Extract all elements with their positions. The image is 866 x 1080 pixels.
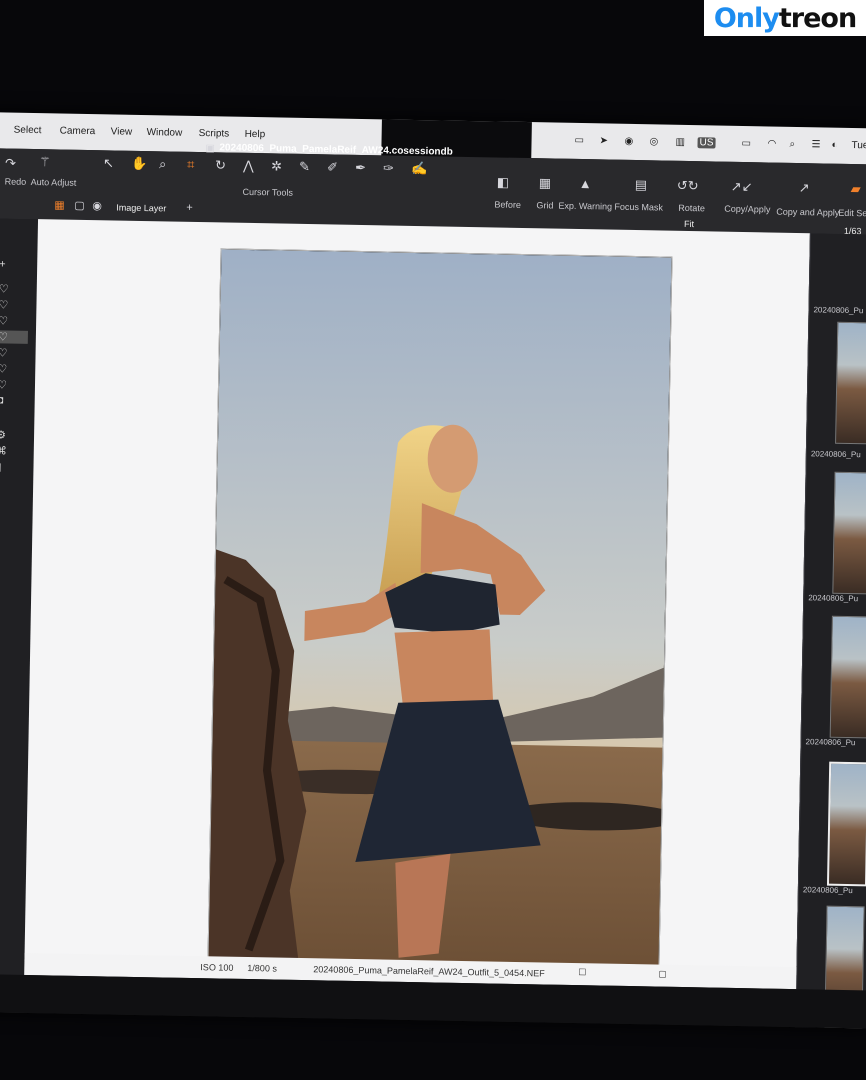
eraser-icon[interactable]: ✐: [327, 159, 338, 174]
layout-icon[interactable]: ▥: [675, 137, 685, 148]
input-language-badge[interactable]: US: [697, 137, 716, 149]
add-icon[interactable]: +: [0, 258, 6, 270]
capture-one-window: Select Camera View Window Scripts Help ▭…: [0, 112, 866, 1029]
before-icon[interactable]: ◧: [497, 174, 510, 189]
thumbnail-selected[interactable]: [826, 761, 866, 887]
photo-svg: [208, 249, 673, 968]
heart-icon[interactable]: ♡: [0, 282, 9, 295]
document-icon: ▣: [205, 143, 215, 155]
focus-mask-label: Focus Mask: [614, 201, 663, 213]
thumbnail[interactable]: [835, 321, 866, 445]
heart-icon[interactable]: ♡: [0, 378, 7, 391]
eye-icon[interactable]: ◎: [649, 136, 658, 147]
focus-mask-icon[interactable]: ▤: [635, 177, 648, 192]
checkbox-icon[interactable]: ☐: [578, 967, 586, 978]
rotate-label: Rotate: [678, 202, 705, 214]
add-layer-icon[interactable]: +: [186, 202, 193, 215]
viewer-icon[interactable]: ▢: [74, 200, 85, 213]
thumbnail[interactable]: [829, 615, 866, 739]
fit-zoom-label[interactable]: Fit: [684, 219, 694, 229]
menu-view[interactable]: View: [111, 126, 133, 137]
siri-icon[interactable]: ◐: [831, 140, 837, 151]
menubar-clock: Tue F: [851, 139, 866, 152]
menu-window[interactable]: Window: [147, 127, 183, 139]
tag-icon[interactable]: ⌘: [0, 444, 7, 457]
main-photo: [207, 248, 673, 969]
edit-selection-icon[interactable]: ▰: [851, 181, 861, 196]
control-center-icon[interactable]: ☰: [811, 139, 820, 150]
thumb-label: 20240806_Pu: [805, 737, 856, 748]
grid-icon[interactable]: ▦: [539, 175, 552, 190]
heart-icon[interactable]: ♡: [0, 330, 28, 344]
menu-camera[interactable]: Camera: [60, 125, 96, 137]
spot-removal-icon[interactable]: ✲: [271, 158, 282, 173]
thumbnail[interactable]: [832, 471, 866, 595]
picker-icon[interactable]: ✑: [383, 160, 394, 175]
camera-icon[interactable]: ◘: [0, 394, 3, 406]
copy-apply-icon[interactable]: ↗↙: [731, 179, 753, 194]
menu-help[interactable]: Help: [245, 129, 266, 140]
exposure-warning-icon[interactable]: ▲: [579, 176, 592, 191]
heart-icon[interactable]: ♡: [0, 362, 7, 375]
shutter-value: 1/800 s: [247, 963, 277, 974]
wifi-icon[interactable]: ◠: [767, 138, 776, 149]
auto-adjust-wand-icon[interactable]: ⚚: [39, 154, 51, 169]
cursor-tools-label: Cursor Tools: [242, 186, 294, 198]
exp-warning-label: Exp. Warning: [558, 200, 613, 212]
annotate-icon[interactable]: ✍: [411, 161, 427, 176]
thumb-label: 20240806_Pu: [802, 885, 853, 896]
trash-icon[interactable]: ▯: [0, 460, 2, 473]
iso-value: ISO 100: [200, 962, 234, 973]
edit-select-label: Edit Selec: [838, 207, 866, 219]
gear-icon[interactable]: ⚙: [0, 428, 6, 441]
keystone-icon[interactable]: ⋀: [243, 158, 254, 173]
thumb-label: 20240806_Pu: [813, 305, 864, 316]
search-icon[interactable]: ⌕: [789, 139, 795, 150]
battery-icon[interactable]: ▭: [741, 138, 751, 149]
cursor-icon[interactable]: ➤: [599, 135, 608, 146]
crop-icon[interactable]: ⌗: [187, 157, 195, 172]
pen-icon[interactable]: ✒: [355, 160, 366, 175]
copy-and-apply-icon[interactable]: ↗: [799, 180, 810, 195]
file-name: 20240806_Puma_PamelaReif_AW24_Outfit_5_0…: [313, 964, 545, 979]
heart-icon[interactable]: ♡: [0, 346, 8, 359]
grid-view-icon[interactable]: ▦: [54, 199, 65, 212]
watermark-brand: Only: [713, 2, 780, 34]
grid-label: Grid: [536, 200, 554, 211]
menu-select[interactable]: Select: [14, 125, 42, 137]
layer-select[interactable]: Image Layer: [116, 203, 166, 214]
brush-icon[interactable]: ✎: [299, 159, 310, 174]
thumb-label: 20240806_Pu: [810, 449, 861, 460]
copy-apply-label: Copy/Apply: [724, 203, 771, 215]
auto-adjust-label: Auto Adjust: [30, 176, 77, 188]
pan-hand-icon[interactable]: ✋: [131, 156, 147, 171]
zoom-icon[interactable]: ⌕: [159, 156, 167, 171]
select-arrow-icon[interactable]: ↖: [103, 155, 114, 170]
heart-icon[interactable]: ♡: [0, 298, 8, 311]
heart-icon[interactable]: ♡: [0, 314, 8, 327]
eye-view-icon[interactable]: ◉: [92, 200, 102, 213]
menu-scripts[interactable]: Scripts: [199, 128, 230, 140]
copy-and-apply-label: Copy and Apply: [776, 206, 840, 218]
rotate-icon[interactable]: ↺↻: [677, 178, 699, 193]
sync-icon[interactable]: ◉: [624, 136, 633, 147]
display-icon[interactable]: ▭: [574, 135, 584, 146]
redo-label: Redo: [4, 176, 27, 187]
before-label: Before: [494, 199, 522, 210]
rotate-tool-icon[interactable]: ↻: [215, 157, 226, 172]
thumb-label: 20240806_Pu: [808, 593, 859, 604]
watermark-brand-end: treon: [778, 2, 857, 34]
redo-icon[interactable]: ↷: [5, 155, 16, 170]
watermark-logo: Only treon: [704, 0, 866, 36]
dropdown-icon[interactable]: ▢: [658, 969, 667, 980]
